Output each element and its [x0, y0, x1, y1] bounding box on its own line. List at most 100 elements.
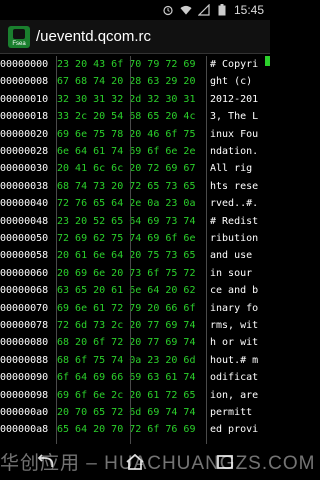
row-ascii-text[interactable]: 3, The L: [210, 110, 258, 125]
app-logo-icon[interactable]: Fsea: [8, 25, 30, 48]
row-ascii-text[interactable]: ndation.: [210, 145, 258, 160]
row-address: 00000068: [0, 285, 49, 297]
row-hex-bytes[interactable]: 69 6e 75 78 20 46 6f 75: [57, 128, 195, 143]
hex-row[interactable]: 000000a8 65 64 20 70 72 6f 76 69 ed provi: [0, 423, 270, 438]
hex-row[interactable]: 00000038 68 74 73 20 72 65 73 65 hts rese: [0, 180, 270, 195]
row-ascii-text[interactable]: ed provi: [210, 423, 258, 438]
row-ascii-text[interactable]: rms, wit: [210, 319, 258, 334]
row-ascii-text[interactable]: odificat: [210, 371, 258, 386]
hex-row[interactable]: 00000000 23 20 43 6f 70 79 72 69 # Copyri: [0, 58, 270, 73]
hex-row[interactable]: 00000048 23 20 52 65 64 69 73 74 # Redist: [0, 215, 270, 230]
hex-row[interactable]: 00000008 67 68 74 20 28 63 29 20 ght (c): [0, 75, 270, 90]
row-hex-bytes[interactable]: 33 2c 20 54 68 65 20 4c: [57, 110, 195, 125]
row-address: 000000a8: [0, 424, 49, 436]
hex-row[interactable]: 00000078 72 6d 73 2c 20 77 69 74 rms, wit: [0, 319, 270, 334]
row-address: 00000048: [0, 215, 49, 227]
row-hex-bytes[interactable]: 72 69 62 75 74 69 6f 6e: [57, 232, 195, 247]
hex-view[interactable]: 00000000 23 20 43 6f 70 79 72 69 # Copyri 0…: [0, 56, 270, 444]
recent-apps-button[interactable]: [205, 448, 245, 476]
row-hex-bytes[interactable]: 32 30 31 32 2d 32 30 31: [57, 93, 195, 108]
signal-icon: [197, 4, 210, 16]
row-ascii-text[interactable]: # Redist: [210, 215, 258, 230]
row-hex-bytes[interactable]: 69 6e 61 72 79 20 66 6f: [57, 302, 195, 317]
row-address: 000000a0: [0, 407, 49, 418]
row-hex-bytes[interactable]: 72 76 65 64 2e 0a 23 0a: [57, 197, 195, 212]
status-bar: 15:45: [0, 0, 270, 20]
row-address: 00000030: [0, 163, 49, 175]
row-address: 00000020: [0, 128, 49, 140]
app-logo-text: Fsea: [12, 40, 26, 47]
row-ascii-text[interactable]: in sour: [210, 267, 252, 282]
row-address: 00000058: [0, 250, 49, 262]
row-address: 00000018: [0, 111, 49, 123]
row-hex-bytes[interactable]: 68 6f 75 74 0a 23 20 6d: [57, 354, 195, 369]
row-hex-bytes[interactable]: 20 41 6c 6c 20 72 69 67: [57, 162, 195, 177]
row-ascii-text[interactable]: 2012-201: [210, 93, 258, 108]
row-address: 00000060: [0, 267, 49, 279]
row-hex-bytes[interactable]: 20 61 6e 64 20 75 73 65: [57, 249, 195, 264]
row-address: 00000080: [0, 337, 49, 349]
row-ascii-text[interactable]: ribution: [210, 232, 258, 247]
row-ascii-text[interactable]: All rig: [210, 162, 252, 177]
divider-ascii: [206, 56, 207, 444]
row-hex-bytes[interactable]: 68 20 6f 72 20 77 69 74: [57, 336, 195, 351]
hex-row[interactable]: 00000098 69 6f 6e 2c 20 61 72 65 ion, are: [0, 389, 270, 404]
row-ascii-text[interactable]: permitt: [210, 406, 252, 421]
hex-row[interactable]: 000000a0 20 70 65 72 6d 69 74 74 permitt: [0, 406, 270, 421]
hex-row[interactable]: 00000018 33 2c 20 54 68 65 20 4c 3, The L: [0, 110, 270, 125]
home-icon: [126, 454, 144, 470]
row-address: 00000088: [0, 354, 49, 366]
battery-icon: [216, 4, 228, 16]
row-hex-bytes[interactable]: 69 6f 6e 2c 20 61 72 65: [57, 389, 195, 404]
hex-row[interactable]: 00000068 63 65 20 61 6e 64 20 62 ce and b: [0, 284, 270, 299]
hex-row[interactable]: 00000088 68 6f 75 74 0a 23 20 6d hout.# m: [0, 354, 270, 369]
hex-row[interactable]: 00000070 69 6e 61 72 79 20 66 6f inary fo: [0, 302, 270, 317]
row-ascii-text[interactable]: inux Fou: [210, 128, 258, 143]
row-address: 00000000: [0, 59, 49, 70]
scrollbar[interactable]: [265, 56, 270, 66]
row-hex-bytes[interactable]: 67 68 74 20 28 63 29 20: [57, 75, 195, 90]
hex-row[interactable]: 00000030 20 41 6c 6c 20 72 69 67 All rig: [0, 162, 270, 177]
row-ascii-text[interactable]: # Copyri: [210, 58, 258, 73]
row-ascii-text[interactable]: and use: [210, 249, 252, 264]
row-ascii-text[interactable]: h or wit: [210, 336, 258, 351]
row-ascii-text[interactable]: ght (c): [210, 75, 252, 90]
row-hex-bytes[interactable]: 6e 64 61 74 69 6f 6e 2e: [57, 145, 195, 160]
row-hex-bytes[interactable]: 63 65 20 61 6e 64 20 62: [57, 284, 195, 299]
back-button[interactable]: [25, 448, 65, 476]
row-hex-bytes[interactable]: 20 69 6e 20 73 6f 75 72: [57, 267, 195, 282]
row-hex-bytes[interactable]: 23 20 43 6f 70 79 72 69: [57, 58, 195, 73]
row-ascii-text[interactable]: ion, are: [210, 389, 258, 404]
row-address: 00000028: [0, 146, 49, 157]
row-hex-bytes[interactable]: 23 20 52 65 64 69 73 74: [57, 215, 195, 230]
row-address: 00000050: [0, 233, 49, 244]
row-ascii-text[interactable]: hout.# m: [210, 354, 258, 369]
hex-row[interactable]: 00000058 20 61 6e 64 20 75 73 65 and use: [0, 249, 270, 264]
row-hex-bytes[interactable]: 68 74 73 20 72 65 73 65: [57, 180, 195, 195]
hex-row[interactable]: 00000040 72 76 65 64 2e 0a 23 0a rved..#.: [0, 197, 270, 212]
hex-row[interactable]: 00000080 68 20 6f 72 20 77 69 74 h or wit: [0, 336, 270, 351]
row-hex-bytes[interactable]: 72 6d 73 2c 20 77 69 74: [57, 319, 195, 334]
hex-row[interactable]: 00000020 69 6e 75 78 20 46 6f 75 inux Fou: [0, 128, 270, 143]
row-address: 00000040: [0, 198, 49, 210]
hex-row[interactable]: 00000010 32 30 31 32 2d 32 30 31 2012-201: [0, 93, 270, 108]
divider-address: [56, 56, 57, 444]
hex-row[interactable]: 00000060 20 69 6e 20 73 6f 75 72 in sour: [0, 267, 270, 282]
row-address: 00000010: [0, 93, 49, 105]
alarm-icon: [162, 4, 174, 16]
hex-row[interactable]: 00000090 6f 64 69 66 69 63 61 74 odificat: [0, 371, 270, 386]
hex-row[interactable]: 00000028 6e 64 61 74 69 6f 6e 2e ndation.: [0, 145, 270, 160]
row-address: 00000098: [0, 389, 49, 401]
home-button[interactable]: [115, 448, 155, 476]
row-hex-bytes[interactable]: 65 64 20 70 72 6f 76 69: [57, 423, 195, 438]
row-ascii-text[interactable]: hts rese: [210, 180, 258, 195]
row-ascii-text[interactable]: ce and b: [210, 284, 258, 299]
row-ascii-text[interactable]: inary fo: [210, 302, 258, 317]
row-address: 00000070: [0, 302, 49, 314]
recent-apps-icon: [217, 455, 233, 469]
clock: 15:45: [233, 3, 264, 17]
hex-row[interactable]: 00000050 72 69 62 75 74 69 6f 6e ribution: [0, 232, 270, 247]
row-hex-bytes[interactable]: 6f 64 69 66 69 63 61 74: [57, 371, 195, 386]
row-hex-bytes[interactable]: 20 70 65 72 6d 69 74 74: [57, 406, 195, 421]
row-ascii-text[interactable]: rved..#.: [210, 197, 258, 212]
